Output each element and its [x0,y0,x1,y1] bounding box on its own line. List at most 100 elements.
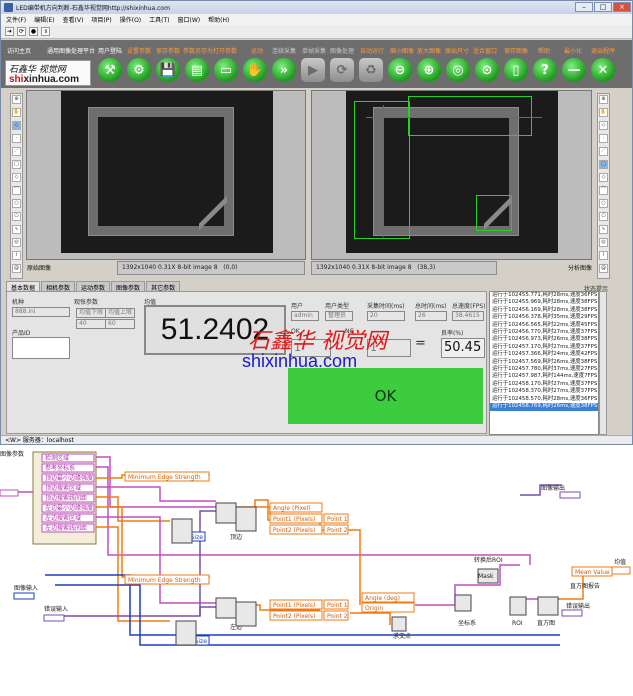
save-as-icon[interactable]: ▤ [185,58,209,82]
rotated-rect-tool-icon[interactable]: ◇ [12,173,21,182]
status-log-list[interactable]: 运行于102455.771,耗时28ms,速度36FPS 运行于102455.96… [489,291,599,435]
maximize-window-button[interactable]: □ [594,2,612,12]
oval-tool-icon-r[interactable]: ○ [599,199,608,208]
log-entry[interactable]: 运行于102457.366,耗时24ms,速度42FPS [490,351,598,358]
hand-icon[interactable]: ✋ [243,58,267,82]
point-tool-icon[interactable]: · [12,134,21,143]
annulus-tool-icon-r[interactable]: ◎ [599,238,608,247]
nav-label-16[interactable]: 保存图像 [504,46,528,55]
zoom-actual-icon[interactable]: ◎ [446,58,470,82]
log-entry[interactable]: 运行于102457.569,耗时26ms,速度38FPS [490,359,598,366]
nav-label-15[interactable]: 适合窗口 [473,46,497,55]
menu-window[interactable]: 窗口(W) [178,15,201,24]
nav-label-17[interactable]: 帮助 [538,46,550,55]
nav-label-2[interactable]: 用户登陆 [98,46,122,55]
nav-label-11[interactable]: 自动运行 [360,46,384,55]
close-window-button[interactable]: × [613,2,631,12]
log-entry[interactable]: 运行于102456.378,耗时35ms,速度29FPS [490,314,598,321]
nav-label-14[interactable]: 原始尺寸 [445,46,469,55]
oval-tool-icon[interactable]: ○ [12,199,21,208]
process-icon[interactable]: ⟳ [330,58,354,82]
nav-label-8[interactable]: 连续采集 [272,46,296,55]
zoom-tool-icon[interactable]: ⊕ [12,95,21,104]
pan-tool-icon[interactable]: ✋ [12,108,21,117]
menu-edit[interactable]: 编辑(E) [34,15,54,24]
annulus-tool-icon[interactable]: ◎ [12,238,21,247]
zoom-out-icon[interactable]: ⊖ [388,58,412,82]
polygon-tool-icon-r[interactable]: ⬠ [599,212,608,221]
lower-limit-field[interactable]: 40 [76,319,106,329]
polyline-tool-icon-r[interactable]: ⌒ [599,186,608,195]
nav-label-18[interactable]: 最小化 [564,46,582,55]
fast-forward-icon[interactable]: » [272,58,296,82]
nav-label-6[interactable]: 打开参数 [213,46,237,55]
log-entry[interactable]: 运行于102455.969,耗时28ms,速度38FPS [490,299,598,306]
log-entry[interactable]: 运行于102456.973,耗时26ms,速度38FPS [490,336,598,343]
spiral-tool-icon[interactable]: @ [12,264,21,273]
log-entry[interactable]: 运行于102457.987,耗时144ms,速度7FPS [490,373,598,380]
nav-label-9[interactable]: 单帧采集 [302,46,326,55]
nav-label-13[interactable]: 放大图像 [417,46,441,55]
line-tool-icon-r[interactable]: ／ [599,147,608,156]
analysis-image-display[interactable] [311,90,592,260]
tab-other[interactable]: 其它参数 [146,281,181,292]
product-id-field[interactable] [12,337,70,359]
open-icon[interactable]: ▭ [214,58,238,82]
menu-tools[interactable]: 工具(T) [149,15,169,24]
user-icon[interactable]: ⚒ [98,58,122,82]
log-entry[interactable]: 运行于102458.370,耗时27ms,速度37FPS [490,388,598,395]
broken-line-tool-icon-r[interactable]: ⌇ [599,251,608,260]
nav-label-12[interactable]: 缩小图像 [390,46,414,55]
select-tool-icon-r[interactable]: ◇ [599,121,608,130]
nav-label-7[interactable]: 运动 [251,46,263,55]
freehand-tool-icon-r[interactable]: ∿ [599,225,608,234]
close-icon[interactable]: ✕ [591,58,615,82]
polygon-tool-icon[interactable]: ⬠ [12,212,21,221]
line-tool-icon[interactable]: ／ [12,147,21,156]
log-entry[interactable]: 运行于102458.570,耗时28ms,速度36FPS [490,396,598,403]
point-tool-icon-r[interactable]: · [599,134,608,143]
run-continuous-icon[interactable]: ⟳ [17,27,26,36]
tools-icon[interactable]: ⚙ [127,58,151,82]
help-icon[interactable]: ? [533,58,557,82]
nav-label-10[interactable]: 图像处理 [330,46,354,55]
menu-operate[interactable]: 操作(O) [120,15,141,24]
run-arrow-icon[interactable]: ➜ [5,27,14,36]
log-scrollbar[interactable] [599,291,607,435]
nav-label-1[interactable]: 通用图像处理平台 [47,46,95,55]
log-entry[interactable]: 运行于102458.769,耗时26ms,速度38FPS [490,403,598,411]
rect-tool-icon[interactable]: □ [12,160,21,169]
source-image-display[interactable] [26,90,306,260]
spiral-tool-icon-r[interactable]: @ [599,264,608,273]
log-entry[interactable]: 运行于102456.565,耗时22ms,速度45FPS [490,322,598,329]
tab-camera[interactable]: 相机参数 [41,281,76,292]
tab-image[interactable]: 图像参数 [111,281,146,292]
nav-label-4[interactable]: 保存参数 [156,46,180,55]
model-select[interactable]: 888.ini [12,307,70,317]
upper-limit-field[interactable]: 60 [105,319,135,329]
tab-basic[interactable]: 基本数据 [6,281,41,292]
zoom-tool-icon-r[interactable]: ⊕ [599,95,608,104]
broken-line-tool-icon[interactable]: ⌇ [12,251,21,260]
menu-project[interactable]: 项目(P) [91,15,111,24]
save-image-icon[interactable]: ▯ [504,58,528,82]
select-tool-icon[interactable]: ◇ [12,121,21,130]
zoom-in-icon[interactable]: ⊕ [417,58,441,82]
recycle-icon[interactable]: ♻ [359,58,383,82]
tab-motion[interactable]: 运动参数 [76,281,111,292]
rotated-rect-tool-icon-r[interactable]: ◇ [599,173,608,182]
nav-label-19[interactable]: 退出程序 [591,46,615,55]
freehand-tool-icon[interactable]: ∿ [12,225,21,234]
play-icon[interactable]: ▶ [301,58,325,82]
minimize-window-button[interactable]: – [575,2,593,12]
menu-help[interactable]: 帮助(H) [208,15,229,24]
menu-file[interactable]: 文件(F) [6,15,26,24]
pause-icon[interactable]: ॥ [41,27,50,36]
save-icon[interactable]: 💾 [156,58,180,82]
abort-icon[interactable]: ● [29,27,38,36]
polyline-tool-icon[interactable]: ⌒ [12,186,21,195]
nav-label-0[interactable]: 访问主页 [7,46,31,55]
pan-tool-icon-r[interactable]: ✋ [599,108,608,117]
nav-label-3[interactable]: 设置参数 [127,46,151,55]
minimize-icon[interactable]: — [562,58,586,82]
